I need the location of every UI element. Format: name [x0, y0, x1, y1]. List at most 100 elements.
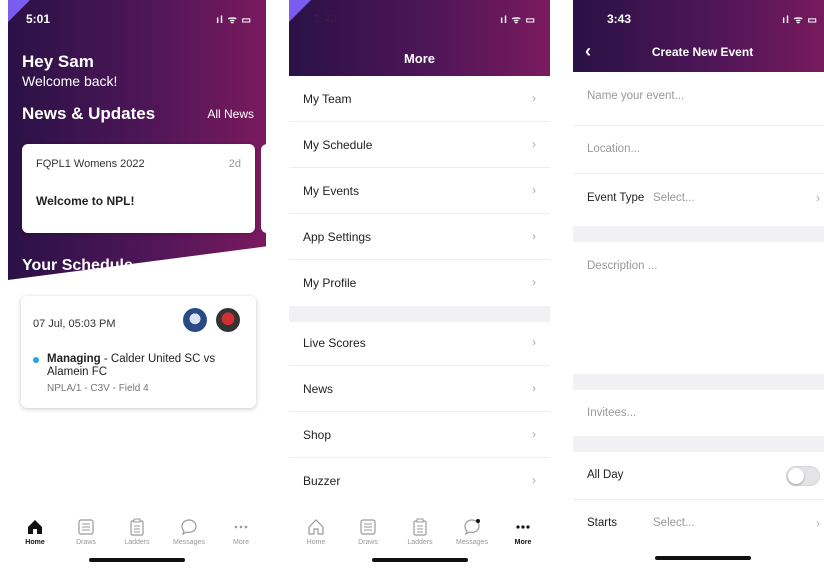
menu-item-label: Buzzer	[303, 474, 341, 488]
live-scores-link[interactable]: Live S	[190, 258, 221, 270]
menu-item-label: My Team	[303, 92, 352, 106]
menu-item-label: News	[303, 382, 334, 396]
tab-draws-label: Draws	[358, 539, 378, 546]
menu-item-buzzer[interactable]: Buzzer ›	[289, 458, 550, 504]
tab-more[interactable]: More	[498, 518, 548, 546]
ladders-icon	[413, 518, 427, 536]
messages-icon	[464, 519, 480, 536]
description-field[interactable]: Description ...	[573, 242, 824, 374]
status-icons: ıl ᯤ ▭	[500, 15, 536, 26]
greeting-name: Hey Sam	[22, 52, 94, 71]
tab-home[interactable]: Home	[291, 518, 341, 546]
tab-bar: Home Draws Ladders Messages More	[289, 506, 550, 568]
more-screen: 3:43 ıl ᯤ ▭ More My Team › My Schedule ›…	[289, 0, 550, 568]
draws-icon	[360, 519, 376, 535]
tab-more-label: More	[514, 539, 532, 546]
tab-messages[interactable]: Messages	[164, 518, 214, 546]
menu-item-label: Live Scores	[303, 336, 366, 350]
menu-item-label: App Settings	[303, 230, 372, 244]
home-hero-background	[8, 0, 266, 280]
location-field[interactable]: Location...	[573, 126, 824, 174]
chevron-right-icon: ›	[532, 275, 536, 289]
news-card-next[interactable]	[261, 144, 266, 233]
chevron-right-icon: ›	[532, 229, 536, 243]
event-name-field[interactable]: Name your event...	[573, 72, 824, 126]
description-placeholder: Description ...	[587, 260, 658, 272]
menu-item-live-scores[interactable]: Live Scores ›	[289, 320, 550, 366]
all-day-label: All Day	[587, 469, 624, 481]
menu-item-my-profile[interactable]: My Profile ›	[289, 260, 550, 306]
tab-draws-label: Draws	[76, 539, 96, 546]
chevron-right-icon: ›	[532, 183, 536, 197]
section-separator	[573, 374, 824, 390]
home-indicator	[371, 558, 468, 562]
news-card-league: FQPL1 Womens 2022	[36, 158, 145, 170]
tab-draws[interactable]: Draws	[61, 518, 111, 546]
chevron-right-icon: ›	[532, 137, 536, 151]
starts-select[interactable]: Starts Select... ›	[573, 500, 824, 548]
starts-label: Starts	[587, 517, 618, 529]
tab-home[interactable]: Home	[10, 518, 60, 546]
create-event-screen: 3:43 ıl ᯤ ▭ ‹ Create New Event Name your…	[573, 0, 824, 568]
menu-item-label: My Profile	[303, 276, 357, 290]
menu-item-my-events[interactable]: My Events ›	[289, 168, 550, 214]
tab-home-label: Home	[306, 539, 326, 546]
tab-messages-label: Messages	[456, 539, 488, 546]
tab-more[interactable]: More	[216, 518, 266, 546]
more-icon	[234, 525, 248, 529]
section-separator	[573, 226, 824, 242]
news-card-headline: Welcome to NPL!	[36, 194, 135, 208]
chevron-right-icon: ›	[816, 191, 820, 205]
event-name-placeholder: Name your event...	[587, 90, 685, 102]
news-card[interactable]: FQPL1 Womens 2022 2d Welcome to NPL!	[22, 144, 255, 233]
tab-ladders-label: Ladders	[407, 539, 433, 546]
event-type-select[interactable]: Event Type Select... ›	[573, 174, 824, 226]
menu-item-shop[interactable]: Shop ›	[289, 412, 550, 458]
draws-icon	[78, 519, 94, 535]
ladders-icon	[130, 518, 144, 536]
all-day-toggle[interactable]	[786, 466, 820, 486]
status-time: 3:43	[607, 12, 632, 26]
greeting-subtitle: Welcome back!	[22, 73, 118, 89]
news-card-age: 2d	[228, 158, 241, 170]
starts-value: Select...	[653, 517, 695, 529]
event-date: 07 Jul, 05:03 PM	[33, 318, 116, 330]
menu-item-app-settings[interactable]: App Settings ›	[289, 214, 550, 260]
tab-draws[interactable]: Draws	[343, 518, 393, 546]
page-title: More	[403, 51, 436, 66]
invitees-placeholder: Invitees...	[587, 407, 637, 419]
menu-item-label: My Events	[303, 184, 360, 198]
tab-more-label: More	[233, 539, 249, 546]
menu-item-label: My Schedule	[303, 138, 373, 152]
home-indicator	[654, 556, 751, 560]
status-icons: ıl ᯤ ▭	[782, 15, 818, 26]
home-icon	[308, 519, 324, 535]
chevron-right-icon: ›	[532, 427, 536, 441]
status-bar: 5:01 ıl ᯤ ▭	[8, 0, 266, 40]
home-screen: 5:01 ıl ᯤ ▭ Hey Sam Welcome back! News &…	[8, 0, 266, 568]
page-title: Create New Event	[651, 45, 754, 59]
tab-ladders-label: Ladders	[124, 539, 150, 546]
status-icons: ıl ᯤ ▭	[216, 15, 252, 26]
menu-item-my-schedule[interactable]: My Schedule ›	[289, 122, 550, 168]
status-time: 5:01	[26, 12, 51, 26]
greeting: Hey Sam Welcome back!	[22, 52, 117, 89]
schedule-event-card[interactable]: 07 Jul, 05:03 PM Managing - Calder Unite…	[21, 296, 256, 408]
tab-ladders[interactable]: Ladders	[395, 518, 445, 546]
home-icon	[28, 520, 42, 534]
status-bar: 3:43 ıl ᯤ ▭	[289, 0, 550, 40]
tab-messages-label: Messages	[173, 539, 205, 546]
status-dot-icon	[33, 357, 39, 363]
menu-item-my-team[interactable]: My Team ›	[289, 76, 550, 122]
news-section-title: News & Updates	[22, 104, 156, 123]
tab-messages[interactable]: Messages	[447, 518, 497, 546]
menu-item-news[interactable]: News ›	[289, 366, 550, 412]
tab-ladders[interactable]: Ladders	[112, 518, 162, 546]
event-venue: NPLA/1 - C3V - Field 4	[47, 383, 149, 394]
menu-item-label: Shop	[303, 428, 332, 442]
all-news-link[interactable]: All News	[207, 107, 254, 121]
chevron-right-icon: ›	[532, 91, 536, 105]
section-separator	[573, 436, 824, 452]
invitees-field[interactable]: Invitees...	[573, 390, 824, 436]
tab-home-label: Home	[25, 539, 45, 546]
